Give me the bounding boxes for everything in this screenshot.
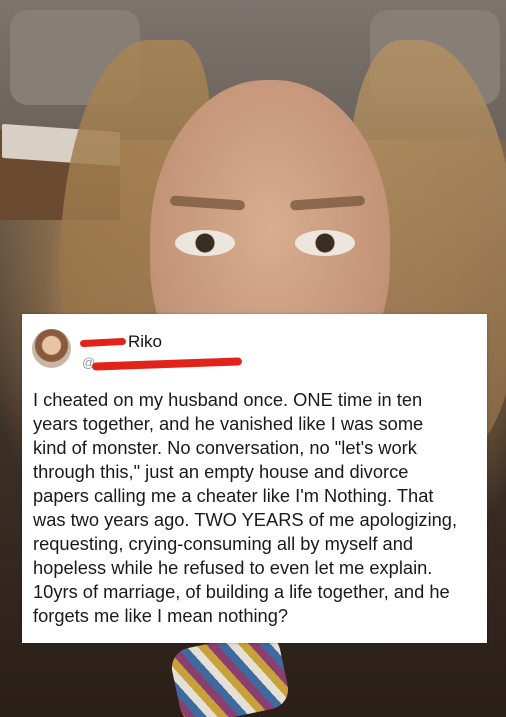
background-photo: Riko @ I cheated on my husband once. ONE… (0, 0, 506, 717)
post-line: years together, and he vanished like I w… (33, 413, 424, 434)
post-line: was two years ago. TWO YEARS of me apolo… (33, 509, 458, 530)
post-line: 10yrs of marriage, of building a life to… (33, 581, 450, 602)
user-handle[interactable]: @ (82, 354, 243, 372)
post-line: I cheated on my husband once. ONE time i… (33, 389, 423, 410)
post-line: through this," just an empty house and d… (33, 461, 409, 482)
redaction-scribble (91, 357, 243, 371)
post-line: forgets me like I mean nothing? (33, 605, 289, 626)
post-line: requesting, crying-consuming all by myse… (33, 533, 414, 554)
post-text: I cheated on my husband once. ONE time i… (33, 388, 483, 628)
display-name[interactable]: Riko (79, 332, 162, 352)
left-eye (175, 230, 235, 256)
post-line: kind of monster. No conversation, no "le… (33, 437, 417, 458)
post-line: hopeless while he refused to even let me… (33, 557, 433, 578)
tweet-card: Riko @ I cheated on my husband once. ONE… (22, 314, 487, 643)
left-eyebrow (169, 195, 246, 211)
avatar[interactable] (32, 329, 71, 368)
right-eye (295, 230, 355, 256)
post-line: papers calling me a cheater like I'm Not… (33, 485, 434, 506)
right-eyebrow (289, 195, 366, 211)
